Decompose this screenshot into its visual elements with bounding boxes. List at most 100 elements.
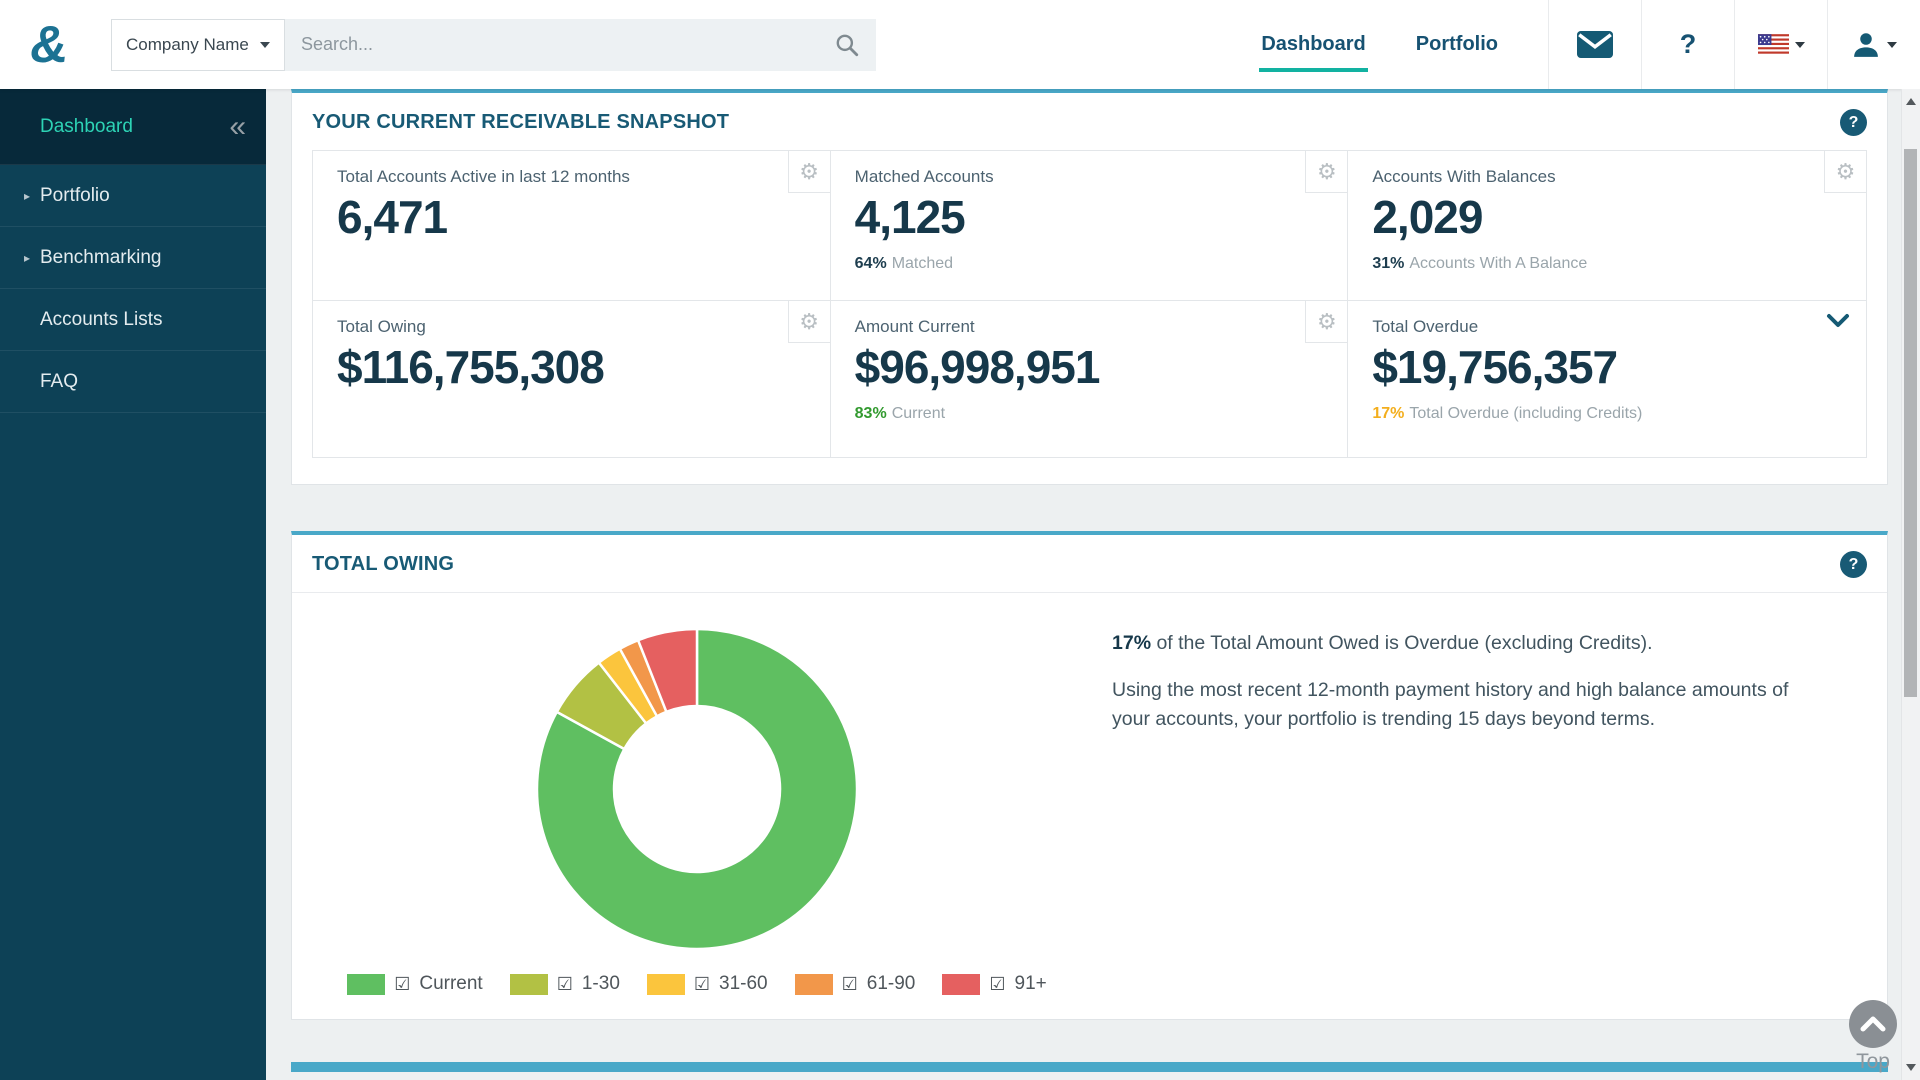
card-value: $19,756,357 (1372, 342, 1846, 393)
sidebar-item-accounts-lists[interactable]: Accounts Lists (0, 289, 266, 351)
sidebar-item-label: Benchmarking (40, 247, 161, 269)
chevron-up-icon (1858, 1015, 1888, 1033)
legend-label: 1-30 (582, 973, 620, 995)
legend-checkbox-icon[interactable]: ☑ (989, 974, 1005, 995)
card-value: 2,029 (1372, 192, 1846, 243)
card-settings-button[interactable]: ⚙ (1305, 151, 1347, 193)
card-total-accounts-active: Total Accounts Active in last 12 months … (313, 151, 831, 301)
card-settings-button[interactable]: ⚙ (1824, 151, 1866, 193)
main-content: YOUR CURRENT RECEIVABLE SNAPSHOT ? Total… (266, 89, 1901, 1080)
sidebar-item-label: Dashboard (40, 116, 133, 138)
nav-tab-portfolio[interactable]: Portfolio (1416, 0, 1498, 89)
summary-percent: 17% (1112, 632, 1151, 654)
sidebar-item-benchmarking[interactable]: ▸ Benchmarking (0, 227, 266, 289)
panel-title: TOTAL OWING (312, 553, 454, 576)
back-to-top-button[interactable]: Top (1848, 1000, 1898, 1074)
legend-checkbox-icon[interactable]: ☑ (694, 974, 710, 995)
card-title: Total Accounts Active in last 12 months (337, 167, 810, 187)
chevron-down-icon (1795, 42, 1805, 48)
help-button[interactable]: ? (1641, 0, 1734, 89)
nav-tab-dashboard[interactable]: Dashboard (1261, 0, 1365, 89)
legend-swatch (510, 974, 548, 995)
legend-item-61-90[interactable]: ☑61-90 (795, 973, 916, 995)
gear-icon: ⚙ (1836, 159, 1856, 185)
trend-paragraph: Using the most recent 12-month payment h… (1112, 676, 1797, 734)
scrollbar-thumb[interactable] (1904, 149, 1917, 697)
card-settings-button[interactable]: ⚙ (788, 301, 830, 343)
card-settings-button[interactable]: ⚙ (1305, 301, 1347, 343)
gear-icon: ⚙ (799, 159, 819, 185)
us-flag-icon (1758, 34, 1789, 55)
card-subtext: 17%Total Overdue (including Credits) (1372, 405, 1846, 423)
donut-chart (529, 621, 865, 957)
messages-button[interactable] (1548, 0, 1641, 89)
expand-caret-icon: ▸ (24, 189, 30, 203)
expand-caret-icon: ▸ (24, 251, 30, 265)
language-selector[interactable] (1734, 0, 1827, 89)
chevron-down-icon (260, 42, 270, 48)
gear-icon: ⚙ (799, 309, 819, 335)
sidebar-item-faq[interactable]: FAQ (0, 351, 266, 413)
help-icon[interactable]: ? (1840, 109, 1867, 136)
card-title: Accounts With Balances (1372, 167, 1846, 187)
legend-swatch (942, 974, 980, 995)
card-title: Matched Accounts (855, 167, 1328, 187)
sidebar-item-label: FAQ (40, 371, 78, 393)
card-percent: 83% (855, 405, 887, 422)
donut-chart-block: ☑Current☑1-30☑31-60☑61-90☑91+ (292, 621, 1102, 995)
help-icon[interactable]: ? (1840, 551, 1867, 578)
card-value: 6,471 (337, 192, 810, 243)
legend-item-Current[interactable]: ☑Current (347, 973, 483, 995)
search-icon[interactable] (834, 32, 860, 58)
legend-checkbox-icon[interactable]: ☑ (557, 974, 573, 995)
card-subtext: 64%Matched (855, 255, 1328, 273)
card-title: Amount Current (855, 317, 1328, 337)
scrollbar-up-arrow-icon[interactable] (1906, 98, 1916, 105)
top-navbar: & Company Name Dashboard Portfolio ? (0, 0, 1920, 89)
sidebar-item-dashboard[interactable]: Dashboard « (0, 89, 266, 165)
legend-item-1-30[interactable]: ☑ 1-30 (510, 973, 620, 995)
gear-icon: ⚙ (1317, 309, 1337, 335)
receivable-snapshot-panel: YOUR CURRENT RECEIVABLE SNAPSHOT ? Total… (291, 89, 1888, 485)
legend-label: 91+ (1015, 973, 1047, 995)
donut-legend: ☑Current☑1-30☑31-60☑61-90☑91+ (347, 973, 1047, 995)
company-selector-label: Company Name (126, 35, 249, 55)
card-settings-button[interactable]: ⚙ (788, 151, 830, 193)
legend-swatch (795, 974, 833, 995)
card-title: Total Overdue (1372, 317, 1846, 337)
sidebar-collapse-icon[interactable]: « (229, 112, 246, 142)
card-percent: 17% (1372, 405, 1404, 422)
legend-checkbox-icon[interactable]: ☑ (842, 974, 858, 995)
card-value: $96,998,951 (855, 342, 1328, 393)
legend-item-91+[interactable]: ☑ 91+ (942, 973, 1046, 995)
scrollbar-down-arrow-icon[interactable] (1906, 1064, 1916, 1071)
card-subtext: 31% Accounts With A Balance (1372, 255, 1846, 273)
envelope-icon (1577, 31, 1613, 58)
vertical-scrollbar[interactable] (1901, 89, 1920, 1080)
card-collapse-button[interactable] (1826, 313, 1850, 333)
search-input[interactable] (301, 34, 834, 55)
card-accounts-with-balances: Accounts With Balances 2,029 31% Accounts… (1348, 151, 1866, 301)
card-title: Total Owing (337, 317, 810, 337)
company-selector-dropdown[interactable]: Company Name (111, 19, 285, 71)
back-to-top-label: Top (1848, 1050, 1898, 1074)
sidebar-item-portfolio[interactable]: ▸ Portfolio (0, 165, 266, 227)
legend-item-31-60[interactable]: ☑31-60 (647, 973, 768, 995)
user-menu-button[interactable] (1827, 0, 1920, 89)
legend-checkbox-icon[interactable]: ☑ (394, 974, 410, 995)
total-owing-panel: TOTAL OWING ? ☑Current☑1-30☑31-60☑61-90☑… (291, 531, 1888, 1020)
app-logo-ampersand-icon[interactable]: & (27, 19, 92, 71)
card-total-overdue: Total Overdue $19,756,357 17%Total Overd… (1348, 301, 1866, 457)
card-percent-label: Accounts With A Balance (1409, 255, 1587, 272)
legend-swatch (347, 974, 385, 995)
primary-nav: Dashboard Portfolio (1261, 0, 1548, 89)
question-mark-icon: ? (1680, 29, 1697, 60)
card-total-owing: Total Owing $116,755,308 ⚙ (313, 301, 831, 457)
chevron-down-icon (1887, 42, 1897, 48)
card-value: $116,755,308 (337, 342, 810, 393)
card-subtext: 83%Current (855, 405, 1328, 423)
sidebar-item-label: Accounts Lists (40, 309, 163, 331)
summary-rest: of the Total Amount Owed is Overdue (exc… (1151, 632, 1652, 654)
card-percent: 31% (1372, 255, 1404, 272)
panel-title: YOUR CURRENT RECEIVABLE SNAPSHOT (312, 111, 729, 134)
